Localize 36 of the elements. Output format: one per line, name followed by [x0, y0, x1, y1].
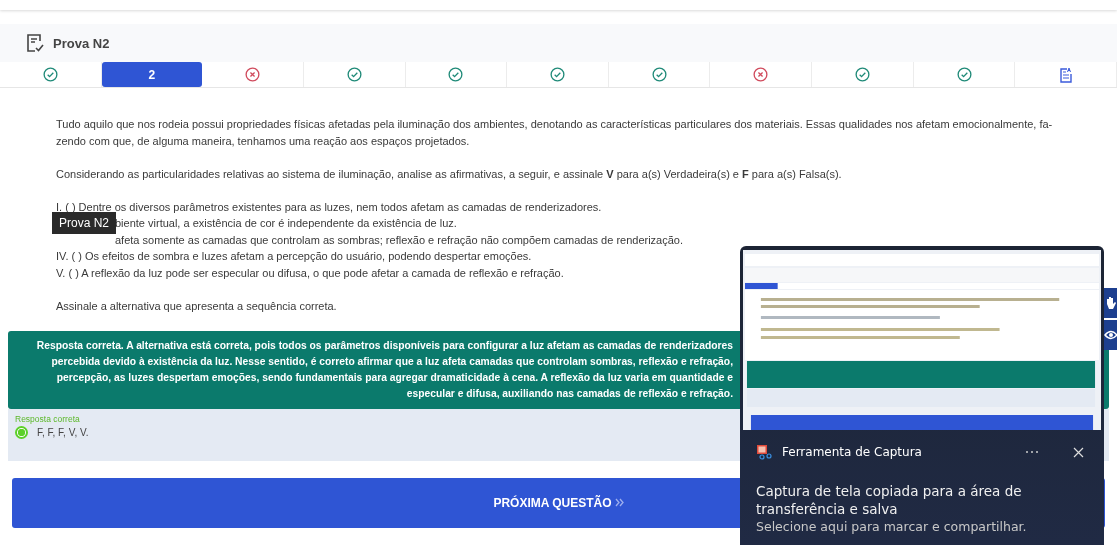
- feedback-text: percebida devido à existência da luz. Nesse sentido, é correto afirmar que a luz afeta camadas que controlam sombras, reflexão e refração,: [51, 354, 733, 369]
- statement-text: afeta somente as camadas que controlam as sombras; reflexão e refração não compõem camadas de renderização.: [115, 233, 684, 246]
- check-circle-icon: [956, 67, 972, 82]
- feedback-text: Resposta correta. A alternativa está correta, pois todos os parâmetros disponíveis para configurar a luz afetam as camadas de renderizadores: [36, 338, 733, 353]
- hand-icon: [1105, 295, 1117, 311]
- page-title: Prova N2: [53, 35, 110, 51]
- answer-label: Resposta correta: [15, 413, 81, 424]
- statement-text: biente virtual, a existência de cor é independente da existência de luz.: [115, 217, 457, 229]
- check-circle-icon: [346, 67, 362, 82]
- exam-icon: [26, 33, 44, 53]
- answer-option: F, F, F, V, V.: [37, 426, 89, 438]
- prompt-text: Assinale a alternativa que apresenta a sequência correta.: [56, 298, 337, 314]
- document-icon: [1058, 66, 1073, 83]
- double-chevron-icon: [614, 498, 624, 507]
- notification-popup[interactable]: Ferramenta de Captura Captura de tela copiada para a área de transferência e salva Selecione aqui para marcar e compartilhar.: [740, 246, 1104, 545]
- notification-message: Captura de tela copiada para a área de transferência e salva: [756, 482, 1023, 518]
- statement-text: IV. ( ) Os efeitos de sombra e luzes afetam a percepção do usuário, podendo despertar emoções.: [56, 250, 532, 262]
- statement-text: V. ( ) A reflexão da luz pode ser especular ou difusa, o que pode afetar a camada de reflexão e refração.: [56, 266, 564, 279]
- radio-button[interactable]: [15, 425, 28, 439]
- app-name: Ferramenta de Captura: [782, 445, 923, 459]
- question-text: Tudo aquilo que nos rodeia possui propriedades físicas afetadas pela iluminação dos ambientes, denotando as características particulares dos materiais. Essas qualidades nos afetam emocionalmente, fa- zendo com que, de alguma maneira, tenhamos uma reação aos espaços projetados.: [56, 117, 1053, 149]
- check-circle-icon: [42, 67, 58, 82]
- instruction-text: Considerando as particularidades relativas ao sistema de iluminação, analise as afirmativas, a seguir, e assinale V para a(s) Verdadeira(s) e F para a(s) Falsa(s).: [56, 166, 842, 182]
- feedback-text: percepção, as luzes despertam emoções, sendo fundamentais para agregar dramaticidade à cena. A reflexão da luz varia em quantidade e: [56, 370, 733, 385]
- close-icon[interactable]: [1073, 446, 1084, 458]
- question-tab[interactable]: 2: [101, 62, 203, 87]
- check-circle-icon: [651, 67, 667, 82]
- check-circle-icon: [448, 67, 464, 82]
- x-circle-icon: [753, 67, 769, 82]
- check-circle-icon: [854, 67, 870, 82]
- x-circle-icon: [245, 67, 261, 82]
- tooltip: Prova N2: [52, 211, 117, 234]
- check-circle-icon: [550, 67, 565, 82]
- feedback-text: especular e difusa, auxiliando nas camadas de reflexão e refração.: [406, 386, 733, 401]
- eye-icon: [1104, 330, 1117, 340]
- more-icon[interactable]: [1025, 450, 1039, 454]
